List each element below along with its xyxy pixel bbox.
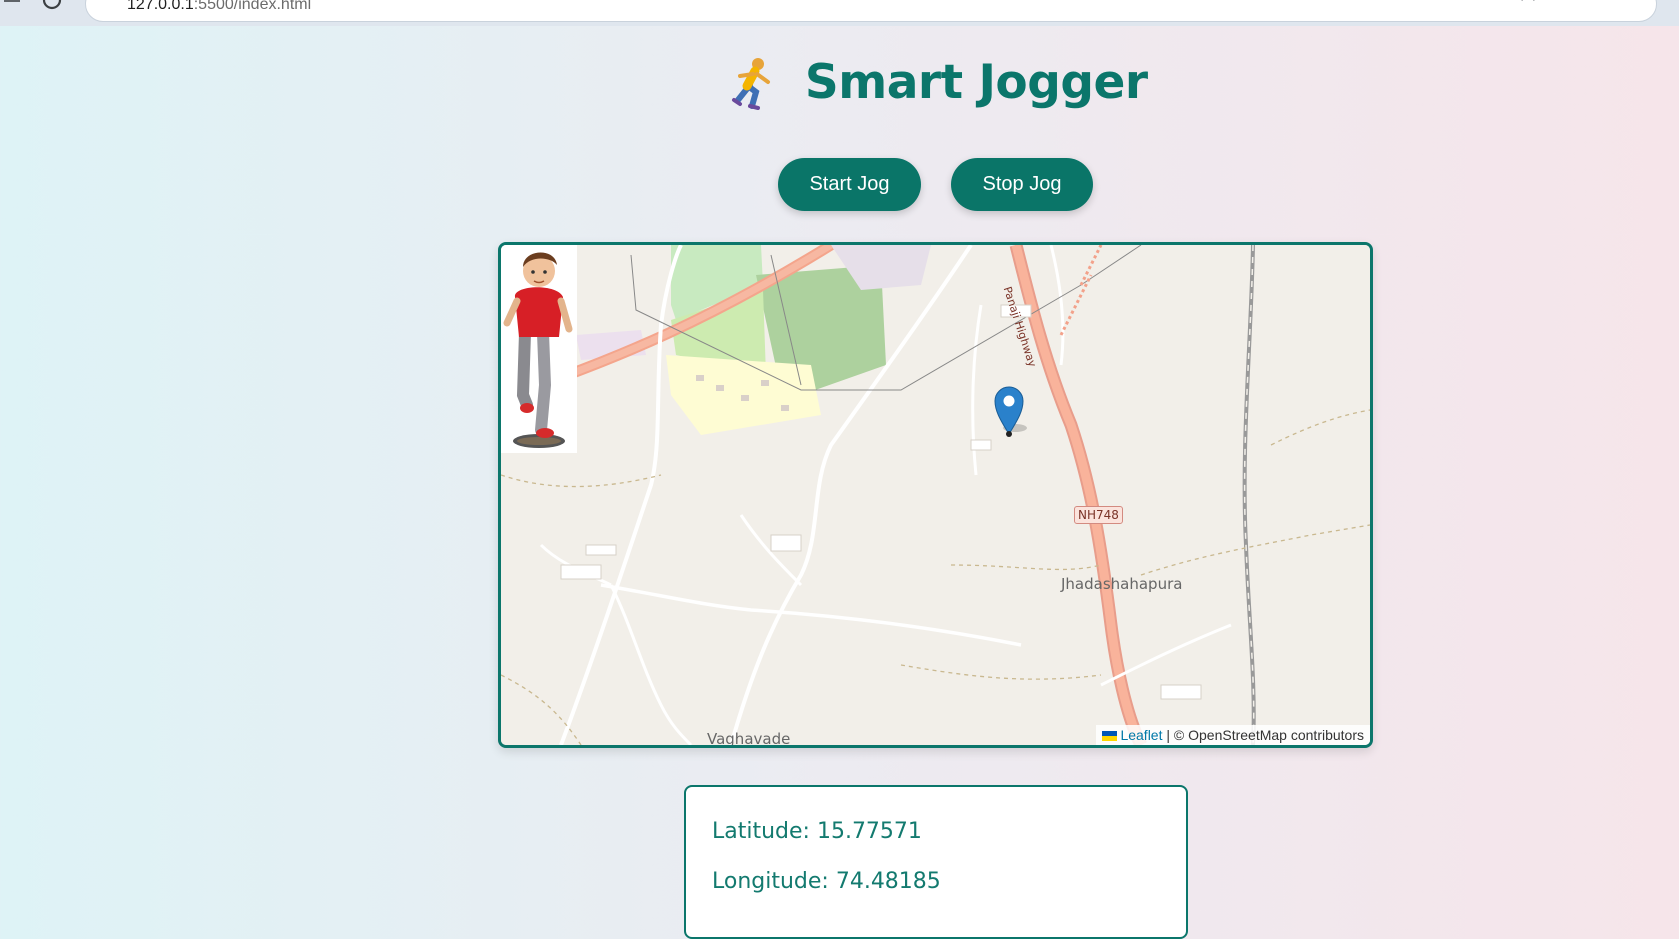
bookmark-star-icon[interactable]	[1516, 0, 1540, 1]
map-tiles[interactable]	[501, 245, 1370, 745]
map-attribution: Leaflet | © OpenStreetMap contributors	[1096, 725, 1370, 745]
highway-shield: NH748	[1074, 506, 1123, 524]
url-host: 127.0.0.1	[127, 0, 194, 12]
address-bar[interactable]	[85, 0, 1657, 22]
map-pin-icon[interactable]	[993, 384, 1029, 438]
latitude-label: Latitude: 15.77571	[712, 819, 922, 844]
page-header: Smart Jogger	[0, 55, 1679, 110]
page-title: Smart Jogger	[804, 55, 1148, 110]
map-container[interactable]: NH748 Panaji Highway Jhadashahapura Vagh…	[498, 242, 1373, 748]
back-icon[interactable]	[0, 0, 24, 14]
longitude-label: Longitude: 74.48185	[712, 869, 941, 894]
url-path: :5500/index.html	[193, 0, 312, 12]
person-running-icon	[732, 57, 771, 110]
ukraine-flag-icon	[1102, 731, 1118, 741]
url-text: 127.0.0.1:5500/index.html	[127, 0, 311, 12]
stop-jog-button[interactable]: Stop Jog	[951, 158, 1093, 211]
start-jog-button[interactable]: Start Jog	[778, 158, 921, 211]
leaflet-link[interactable]: Leaflet	[1120, 727, 1162, 743]
jogger-avatar	[501, 245, 577, 453]
village-label: Vaghavade	[707, 730, 791, 748]
reload-icon[interactable]	[40, 0, 64, 14]
location-permission-icon[interactable]	[1482, 0, 1502, 1]
attribution-text: © OpenStreetMap contributors	[1173, 727, 1364, 743]
location-panel: Latitude: 15.77571 Longitude: 74.48185	[684, 785, 1188, 939]
jogger-character-icon	[503, 252, 573, 448]
browser-toolbar: 127.0.0.1:5500/index.html	[0, 0, 1679, 26]
town-label: Jhadashahapura	[1061, 575, 1183, 593]
attribution-separator: |	[1162, 727, 1174, 743]
site-info-icon[interactable]	[102, 0, 124, 1]
